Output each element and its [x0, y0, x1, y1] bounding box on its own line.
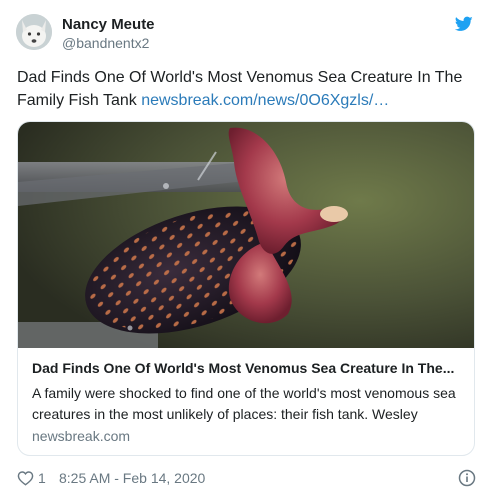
avatar[interactable] [16, 14, 52, 50]
twitter-bird-icon[interactable] [454, 16, 473, 32]
timestamp[interactable]: 8:25 AM - Feb 14, 2020 [59, 470, 205, 486]
tweet-text: Dad Finds One Of World's Most Venomus Se… [17, 66, 479, 112]
heart-icon[interactable] [17, 470, 34, 486]
card-title[interactable]: Dad Finds One Of World's Most Venomus Se… [32, 359, 462, 377]
info-icon[interactable] [458, 469, 476, 487]
tweet-link[interactable]: newsbreak.com/news/0O6Xgzls/… [141, 92, 389, 109]
card-domain[interactable]: newsbreak.com [32, 427, 130, 445]
tweet-footer: 1 8:25 AM - Feb 14, 2020 [17, 467, 477, 489]
card-image[interactable] [18, 122, 474, 348]
like-count[interactable]: 1 [38, 470, 46, 486]
author-name[interactable]: Nancy Meute [62, 16, 155, 34]
embedded-tweet: Nancy Meute @bandnentx2 Dad Finds One Of… [0, 0, 494, 500]
card-description: A family were shocked to find one of the… [32, 385, 456, 422]
author-handle[interactable]: @bandnentx2 [62, 35, 149, 52]
link-card[interactable]: Dad Finds One Of World's Most Venomus Se… [17, 121, 475, 456]
